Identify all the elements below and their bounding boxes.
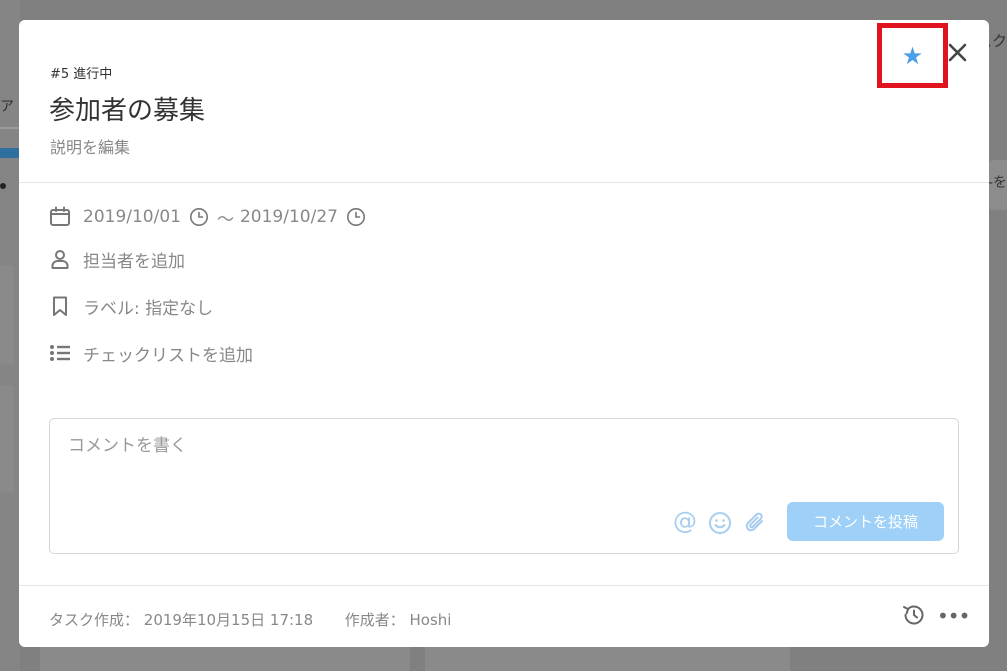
date-row: 2019/10/01 ～ 2019/10/27 [49,203,372,231]
attachment-icon[interactable] [742,510,768,536]
comment-input[interactable] [68,433,668,459]
background-column [425,647,790,671]
user-icon [49,248,71,270]
modal-footer: タスク作成： 2019年10月15日 17:18 作成者： Hoshi ••• [19,585,989,647]
label-value[interactable]: ラベル: 指定なし [83,294,213,319]
close-icon [948,43,967,62]
more-options-icon[interactable]: ••• [937,606,970,626]
created-label: タスク作成： [49,611,140,629]
mention-icon[interactable]: @ [673,509,697,533]
modal-header: #5 進行中 参加者の募集 説明を編集 ★ [19,20,989,183]
background-dot [0,183,6,189]
task-meta: タスク作成： 2019年10月15日 17:18 作成者： Hoshi [49,609,451,630]
start-time-clock-icon[interactable] [189,207,209,227]
emoji-icon[interactable] [708,511,732,535]
background-right-text: -を [987,175,1007,191]
start-date[interactable]: 2019/10/01 [83,207,181,227]
task-title[interactable]: 参加者の募集 [49,90,205,127]
add-checklist-link[interactable]: チェックリストを追加 [83,341,253,366]
post-comment-button[interactable]: コメントを投稿 [787,502,944,541]
add-assignee-link[interactable]: 担当者を追加 [83,247,185,272]
background-divider [0,127,20,129]
background-card [0,385,14,493]
calendar-icon [49,206,71,228]
comment-box: @ コメントを投稿 [49,418,959,554]
label-row[interactable]: ラベル: 指定なし [49,292,213,320]
edit-description-link[interactable]: 説明を編集 [50,134,130,158]
bookmark-icon [49,295,71,317]
end-date[interactable]: 2019/10/27 [240,207,338,227]
list-icon [49,342,71,364]
checklist-row[interactable]: チェックリストを追加 [49,339,253,367]
background-card [0,265,14,365]
close-button[interactable] [943,38,973,68]
background-column [40,647,410,671]
background-blue-bar [0,148,20,158]
author-value: Hoshi [409,611,452,629]
assignee-row[interactable]: 担当者を追加 [49,245,185,273]
star-icon: ★ [901,41,924,70]
end-time-clock-icon[interactable] [346,207,366,227]
task-detail-modal: #5 進行中 参加者の募集 説明を編集 ★ 2019/10/01 ～ 2019/… [19,20,989,647]
star-button[interactable]: ★ [877,23,948,88]
history-icon[interactable] [901,602,927,628]
date-separator: ～ [216,209,234,230]
created-value: 2019年10月15日 17:18 [143,611,314,629]
author-label: 作成者： [344,611,405,629]
task-status: #5 進行中 [50,67,113,82]
